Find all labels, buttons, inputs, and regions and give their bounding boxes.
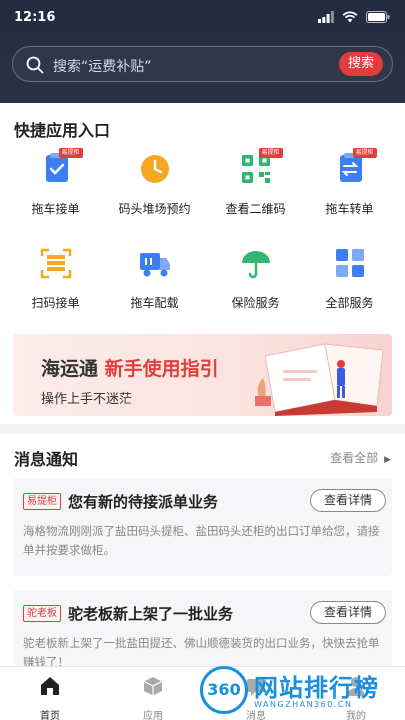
guide-book-illustration xyxy=(255,343,384,416)
view-all-label: 查看全部 xyxy=(330,451,379,465)
view-details-button[interactable]: 查看详情 xyxy=(310,489,386,512)
message-title: 您有新的待接派单业务 xyxy=(68,493,219,511)
cellular-signal-icon xyxy=(318,11,334,23)
section-divider xyxy=(0,424,405,434)
watermark-url: WANGZHAN360.CN xyxy=(254,700,353,709)
tab-label: 首页 xyxy=(40,711,60,720)
app-label: 保险服务 xyxy=(231,296,280,310)
messages-title: 消息通知 xyxy=(14,450,79,469)
battery-icon xyxy=(366,11,390,23)
home-icon xyxy=(41,677,59,695)
app-label: 拖车接单 xyxy=(31,202,80,216)
app-all-services[interactable]: 全部服务 xyxy=(299,246,400,311)
scan-icon xyxy=(40,248,71,279)
guide-banner[interactable]: 海运通 新手使用指引 操作上手不迷茫 xyxy=(13,334,392,416)
message-tag: 易提柜 xyxy=(23,493,61,510)
quick-apps-title: 快捷应用入口 xyxy=(14,121,111,140)
app-insurance[interactable]: 保险服务 xyxy=(205,246,306,311)
search-input[interactable]: 搜索“运费补贴” xyxy=(53,56,152,76)
app-tow-accept[interactable]: 易提柜 拖车接单 xyxy=(5,148,106,217)
app-badge: 易提柜 xyxy=(352,148,377,158)
status-time: 12:16 xyxy=(14,10,56,25)
app-scan-accept[interactable]: 扫码接单 xyxy=(5,246,106,311)
tab-label: 应用 xyxy=(143,711,163,720)
clock-icon xyxy=(140,155,169,183)
umbrella-icon xyxy=(241,251,270,279)
watermark-logo: 360 xyxy=(200,666,248,714)
search-icon xyxy=(26,56,44,74)
box-icon xyxy=(143,677,163,696)
app-label: 拖车转单 xyxy=(325,202,374,216)
app-label: 扫码接单 xyxy=(31,296,80,310)
app-label: 码头堆场预约 xyxy=(118,202,191,216)
app-tow-loading[interactable]: 拖车配载 xyxy=(104,246,205,311)
status-bar: 12:16 xyxy=(0,0,405,36)
message-title: 驼老板新上架了一批业务 xyxy=(68,605,234,623)
tab-apps[interactable]: 应用 xyxy=(118,675,188,720)
app-label: 全部服务 xyxy=(325,296,374,310)
view-all-link[interactable]: 查看全部 ▶ xyxy=(330,449,391,466)
message-card[interactable]: 易提柜 您有新的待接派单业务 查看详情 海格物流刚刚派了盐田码头提柜、盐田码头还… xyxy=(13,478,392,576)
search-button[interactable]: 搜索 xyxy=(339,52,383,76)
tab-home[interactable]: 首页 xyxy=(15,675,85,720)
triangle-right-icon: ▶ xyxy=(384,455,391,465)
app-badge: 易提柜 xyxy=(58,148,83,158)
app-badge: 易提柜 xyxy=(258,148,283,158)
watermark-title: 网站排行榜 xyxy=(254,674,379,702)
message-body: 海格物流刚刚派了盐田码头提柜、盐田码头还柜的出口订单给您，请接单并按要求做柜。 xyxy=(23,524,380,557)
search-bar[interactable]: 搜索“运费补贴” 搜索 xyxy=(12,46,393,82)
view-details-button[interactable]: 查看详情 xyxy=(310,601,386,624)
watermark: 360 网站排行榜 WANGZHAN360.CN xyxy=(196,666,405,720)
banner-highlight: 新手使用指引 xyxy=(104,358,219,380)
banner-brand: 海运通 xyxy=(41,358,99,380)
message-body: 驼老板新上架了一批盐田提还、佛山顺德装货的出口业务，快快去抢单赚钱了！ xyxy=(23,636,380,666)
app-tow-transfer[interactable]: 易提柜 拖车转单 xyxy=(299,148,400,217)
app-view-qrcode[interactable]: 易提柜 查看二维码 xyxy=(205,148,306,217)
banner-title: 海运通 新手使用指引 xyxy=(41,354,219,381)
message-card[interactable]: 驼老板 驼老板新上架了一批业务 查看详情 驼老板新上架了一批盐田提还、佛山顺德装… xyxy=(13,590,392,666)
grid-icon xyxy=(335,249,364,277)
app-label: 查看二维码 xyxy=(225,202,286,216)
truck-icon xyxy=(139,253,170,277)
app-label: 拖车配载 xyxy=(130,296,179,310)
wifi-icon xyxy=(342,11,358,23)
banner-subtitle: 操作上手不迷茫 xyxy=(41,392,133,407)
message-tag: 驼老板 xyxy=(23,605,61,622)
app-terminal-booking[interactable]: 码头堆场预约 xyxy=(104,152,205,217)
